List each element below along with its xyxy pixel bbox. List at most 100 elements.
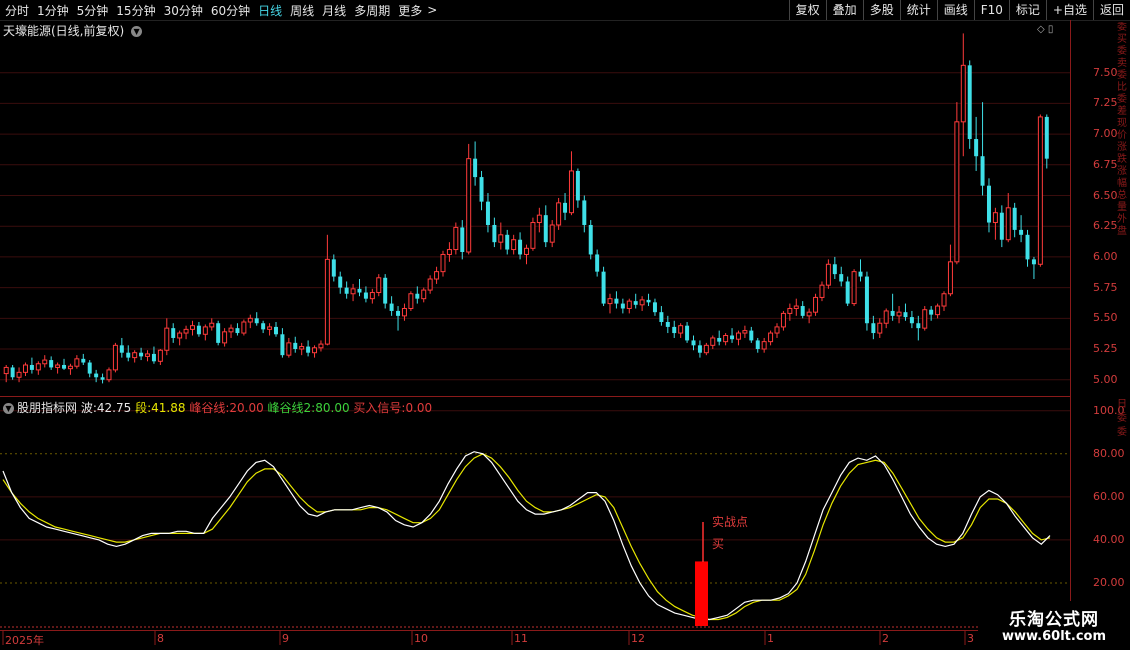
price-tick-label: 5.25 [1093,342,1118,356]
candle-body [685,325,690,341]
candle-body [986,185,991,223]
candle-body [800,306,805,316]
candle-body [947,261,953,295]
candle-body [999,212,1004,240]
candle-body [518,239,523,255]
candle-body [672,326,677,334]
candle-body [974,139,979,157]
candle-body [344,287,349,294]
candle-body [890,310,895,316]
candle-body [755,340,760,350]
candle-body [845,281,850,304]
date-tick-label: 2 [882,632,889,645]
candle-body [1019,229,1024,235]
candle-body [703,344,709,354]
candle-body [350,288,356,295]
candle-body [697,345,702,353]
candle-body [967,65,972,140]
candle-body [55,364,61,368]
candle-body [299,346,305,350]
candle-body [453,226,459,251]
fenggu2-label: 峰谷线2: [267,401,316,415]
axis-divider [0,630,1070,631]
candle-body [479,177,484,202]
candle-body [742,330,748,334]
candle-body [543,215,548,243]
quote-panel-strip[interactable]: 委买委卖委比委差现价涨跌涨幅总量外盘 [1117,22,1130,392]
candle-body [331,259,336,277]
wave-label: 波: [80,401,97,415]
candle-body [209,322,215,328]
candle-body [678,325,684,334]
candle-body [1005,207,1011,241]
candle-body [626,300,632,309]
candle-body [498,234,504,243]
candle-body [793,305,799,309]
candle-body [819,284,825,298]
candle-body [42,359,48,365]
candle-body [659,312,664,322]
date-tick-label: 10 [414,632,428,645]
date-tick-label: 1 [767,632,774,645]
candle-body [74,358,80,367]
candle-body [903,312,908,318]
candle-body [235,328,240,334]
candle-body [582,200,587,225]
candle-body [183,328,189,334]
candle-body [710,337,716,346]
candle-body [980,156,985,186]
candle-body [29,364,34,370]
candle-body [67,365,73,370]
candle-body [132,352,138,359]
candle-body [505,234,510,250]
axis-vertical-divider [1070,20,1071,630]
candle-body [293,342,298,350]
candle-body [813,296,819,313]
candle-body [839,274,844,282]
chevron-down-icon[interactable]: ▼ [3,403,14,414]
candle-body [177,332,183,339]
candle-body [549,224,555,243]
candle-body [556,202,562,226]
fenggu2-value: 80.00 [315,401,350,415]
indicator-panel-strip[interactable]: 日委委 [1117,398,1130,628]
candle-body [22,364,28,373]
candle-body [254,318,259,324]
price-tick-label: 5.75 [1093,280,1118,294]
candle-body [832,264,837,275]
date-tick-label: 12 [631,632,645,645]
indicator-name[interactable]: 股朋指标网 [17,401,77,415]
candle-body [306,346,311,353]
candle-body [189,325,195,330]
candle-body [126,352,131,358]
date-tick-label: 9 [282,632,289,645]
candle-body [357,288,362,293]
candle-body [1037,116,1043,265]
candle-body [446,249,452,255]
candle-body [916,323,921,329]
candle-body [717,337,722,342]
date-tick-label: 2025年 [5,634,44,647]
candle-body [633,301,638,305]
candle-body [383,277,388,304]
candle-body [864,276,869,324]
candle-body [871,323,876,334]
candle-body [730,335,735,340]
annotation-buy: 买 [712,537,725,551]
segment-value: 41.88 [151,401,186,415]
price-tick-label: 5.00 [1093,372,1118,386]
candle-body [389,303,394,311]
price-tick-label: 6.00 [1093,249,1118,263]
candle-body [222,331,228,344]
candle-body [646,299,651,303]
candle-body [806,311,812,317]
candle-body [401,307,407,317]
fenggu1-value: 20.00 [229,401,264,415]
candle-body [473,158,478,178]
candle-body [909,317,914,324]
candle-body [396,310,401,316]
candle-body [3,366,9,375]
candle-body [466,158,472,253]
candle-body [261,323,266,330]
candle-body [877,322,883,334]
